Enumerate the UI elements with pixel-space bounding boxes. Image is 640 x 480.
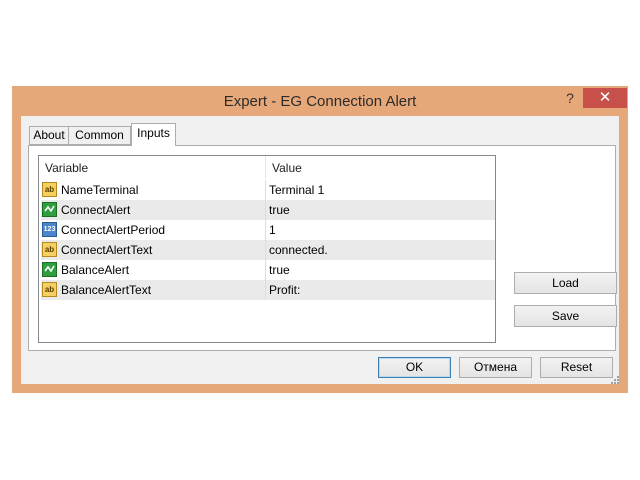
column-header-value[interactable]: Value	[266, 156, 495, 178]
variable-value[interactable]: Terminal 1	[269, 180, 324, 200]
tab-common[interactable]: Common	[68, 126, 131, 145]
variable-value[interactable]: connected.	[269, 240, 328, 260]
table-row[interactable]: ab BalanceAlertText Profit:	[41, 280, 495, 300]
resize-grip-icon[interactable]	[611, 376, 619, 384]
int-icon: 123	[42, 222, 57, 237]
table-row[interactable]: ConnectAlert true	[41, 200, 495, 220]
help-button[interactable]: ?	[560, 88, 580, 108]
bool-icon	[42, 202, 57, 217]
tab-inputs[interactable]: Inputs	[131, 123, 176, 146]
variable-name: ConnectAlertPeriod	[61, 223, 166, 237]
variable-name: BalanceAlertText	[61, 283, 152, 297]
inputs-grid: Variable Value ab NameTerminal Terminal …	[38, 155, 496, 343]
column-header-variable[interactable]: Variable	[39, 156, 265, 178]
variable-value[interactable]: Profit:	[269, 280, 300, 300]
save-button[interactable]: Save	[514, 305, 617, 327]
dialog-window: Expert - EG Connection Alert ? ✕ About C…	[12, 86, 628, 393]
variable-name: NameTerminal	[61, 183, 139, 197]
dialog-body: About Common Inputs Variable Value ab Na…	[21, 116, 619, 384]
variable-name: ConnectAlert	[61, 203, 131, 217]
table-row[interactable]: BalanceAlert true	[41, 260, 495, 280]
string-icon: ab	[42, 282, 57, 297]
ok-button[interactable]: OK	[378, 357, 451, 378]
title-bar[interactable]: Expert - EG Connection Alert ? ✕	[12, 86, 628, 116]
reset-button[interactable]: Reset	[540, 357, 613, 378]
variable-name: ConnectAlertText	[61, 243, 153, 257]
inputs-panel: Variable Value ab NameTerminal Terminal …	[28, 145, 617, 351]
cancel-button[interactable]: Отмена	[459, 357, 532, 378]
close-button[interactable]: ✕	[583, 88, 627, 108]
table-row[interactable]: ab NameTerminal Terminal 1	[41, 180, 495, 200]
bool-icon	[42, 262, 57, 277]
string-icon: ab	[42, 242, 57, 257]
grid-header: Variable Value	[39, 156, 495, 178]
table-row[interactable]: ab ConnectAlertText connected.	[41, 240, 495, 260]
tab-about[interactable]: About	[29, 126, 69, 145]
load-button[interactable]: Load	[514, 272, 617, 294]
variable-name: BalanceAlert	[61, 263, 130, 277]
window-title: Expert - EG Connection Alert	[223, 93, 417, 110]
string-icon: ab	[42, 182, 57, 197]
variable-value[interactable]: 1	[269, 220, 276, 240]
variable-value[interactable]: true	[269, 260, 290, 280]
variable-value[interactable]: true	[269, 200, 290, 220]
table-row[interactable]: 123 ConnectAlertPeriod 1	[41, 220, 495, 240]
